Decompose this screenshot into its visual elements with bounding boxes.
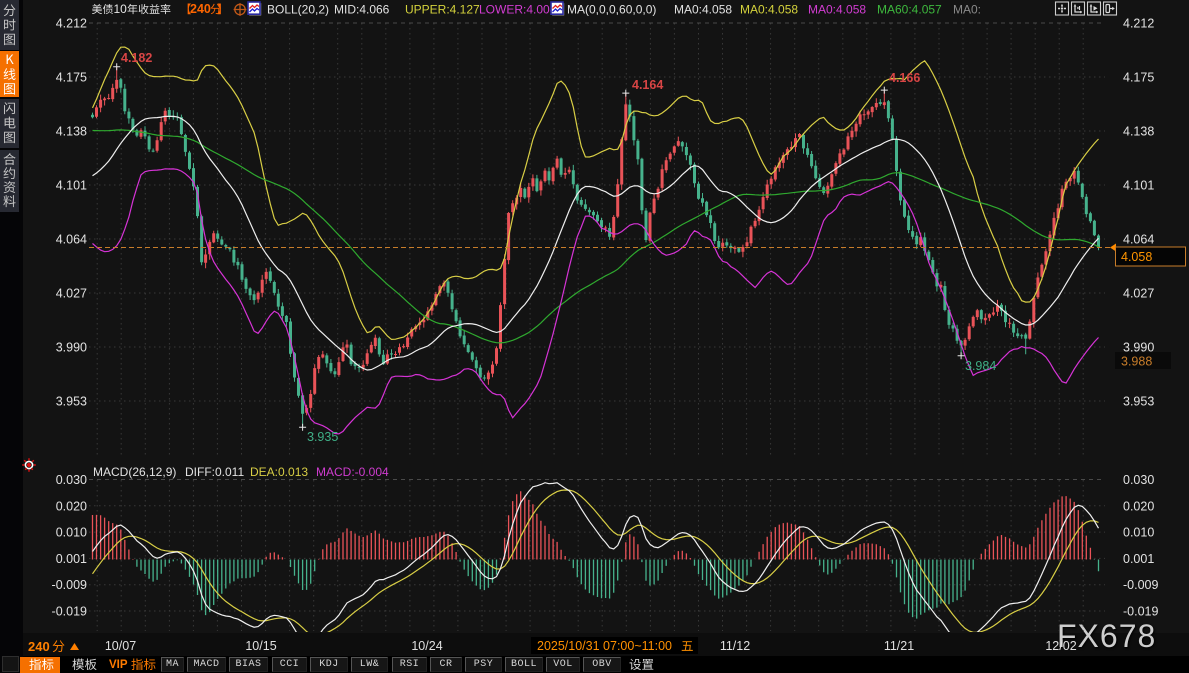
svg-text:4.064: 4.064: [56, 233, 87, 247]
svg-text:12/02: 12/02: [1045, 639, 1076, 653]
svg-text:MA0:4.058: MA0:4.058: [740, 3, 798, 17]
svg-text:MACD(26,12,9): MACD(26,12,9): [93, 465, 176, 479]
svg-text:4.166: 4.166: [889, 71, 920, 85]
svg-text:3.935: 3.935: [307, 430, 338, 444]
svg-text:VIP: VIP: [109, 659, 128, 671]
svg-text:4.164: 4.164: [632, 78, 663, 92]
svg-text:MA0:: MA0:: [953, 3, 981, 17]
svg-text:0.030: 0.030: [56, 473, 87, 487]
svg-text:0.010: 0.010: [1123, 526, 1154, 540]
svg-text:0.001: 0.001: [1123, 552, 1154, 566]
svg-text:3.990: 3.990: [56, 341, 87, 355]
svg-text:0.010: 0.010: [56, 526, 87, 540]
svg-text:UPPER:4.127: UPPER:4.127: [405, 3, 480, 17]
svg-text:2025/10/31 07:00~11:00: 2025/10/31 07:00~11:00: [537, 639, 672, 653]
svg-text:4.101: 4.101: [56, 179, 87, 193]
svg-text:10/24: 10/24: [411, 639, 442, 653]
svg-text:MA60:4.057: MA60:4.057: [877, 3, 942, 17]
svg-text:BOLL(20,2): BOLL(20,2): [267, 3, 329, 17]
svg-text:-0.019: -0.019: [1123, 605, 1158, 619]
svg-text:MA(0,0,0,60,0,0): MA(0,0,0,60,0,0): [567, 3, 656, 17]
svg-text:-0.019: -0.019: [52, 605, 87, 619]
svg-text:4.064: 4.064: [1123, 233, 1154, 247]
svg-text:MACD:-0.004: MACD:-0.004: [316, 465, 389, 479]
svg-text:MA0:4.058: MA0:4.058: [674, 3, 732, 17]
svg-text:DEA:0.013: DEA:0.013: [250, 465, 308, 479]
svg-text:0.020: 0.020: [1123, 499, 1154, 513]
svg-text:4.212: 4.212: [1123, 17, 1154, 31]
svg-text:MA0:4.058: MA0:4.058: [808, 3, 866, 17]
svg-text:10: 10: [114, 2, 128, 16]
svg-text:3.953: 3.953: [56, 395, 87, 409]
svg-text:3.988: 3.988: [1121, 355, 1152, 369]
svg-text:0.020: 0.020: [56, 499, 87, 513]
svg-text:4.027: 4.027: [56, 287, 87, 301]
svg-text:10/15: 10/15: [245, 639, 276, 653]
svg-text:DIFF:0.011: DIFF:0.011: [185, 465, 244, 479]
svg-text:4.058: 4.058: [1121, 250, 1152, 264]
svg-text:11/12: 11/12: [720, 639, 750, 653]
svg-text:4.101: 4.101: [1123, 179, 1154, 193]
svg-text:4.138: 4.138: [1123, 125, 1154, 139]
svg-text:10/07: 10/07: [105, 639, 136, 653]
svg-text:0.030: 0.030: [1123, 473, 1154, 487]
svg-text:11/21: 11/21: [884, 639, 914, 653]
svg-text:3.953: 3.953: [1123, 395, 1154, 409]
svg-text:MID:4.066: MID:4.066: [334, 3, 390, 17]
svg-text:240: 240: [190, 2, 211, 16]
svg-text:240: 240: [28, 639, 50, 654]
svg-text:4.027: 4.027: [1123, 287, 1154, 301]
svg-text:4.182: 4.182: [121, 51, 152, 65]
svg-text:4.175: 4.175: [56, 71, 87, 85]
svg-text:4.175: 4.175: [1123, 71, 1154, 85]
svg-text:-0.009: -0.009: [52, 578, 87, 592]
svg-text:4.138: 4.138: [56, 125, 87, 139]
svg-text:-0.009: -0.009: [1123, 578, 1158, 592]
svg-text:LOWER:4.004: LOWER:4.004: [479, 3, 557, 17]
svg-text:3.984: 3.984: [965, 359, 996, 373]
svg-text:0.001: 0.001: [56, 552, 87, 566]
svg-text:4.212: 4.212: [56, 17, 87, 31]
